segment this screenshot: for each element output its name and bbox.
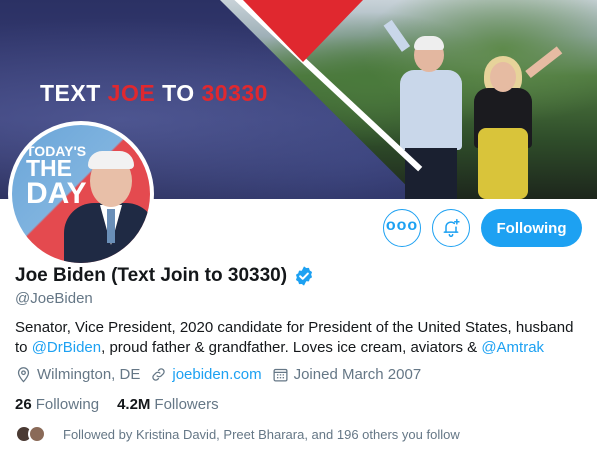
banner-figure-hair [414,36,444,50]
followers-label: Followers [154,396,219,413]
joined-text: Joined March 2007 [293,366,422,383]
bio-mention-drbiden[interactable]: @DrBiden [32,339,101,356]
location-text: Wilmington, DE [37,366,141,383]
following-stat[interactable]: 26 Following [15,396,99,413]
bell-plus-icon [443,218,460,238]
followed-by[interactable]: Followed by Kristina David, Preet Bharar… [15,425,460,443]
banner-text-number: 30330 [201,80,268,106]
link-icon [152,368,166,381]
avatar-caption: TODAY'S THE DAY [26,144,87,211]
following-count: 26 [15,396,32,413]
follower-avatar [28,425,46,443]
joined-date: Joined March 2007 [272,366,422,383]
avatar-hair [88,151,134,169]
website-link[interactable]: joebiden.com [172,366,261,383]
followed-by-text: Followed by Kristina David, Preet Bharar… [63,426,460,442]
display-name: Joe Biden (Text Join to 30330) [15,265,315,287]
banner-figure-man [400,70,462,150]
profile-meta: Wilmington, DE joebiden.com Joined March… [15,366,431,383]
bio-mention-amtrak[interactable]: @Amtrak [481,339,544,356]
banner-text-middle: TO [155,80,202,106]
avatar-tie [107,209,115,243]
profile-bio: Senator, Vice President, 2020 candidate … [15,318,590,358]
avatar-image: TODAY'S THE DAY [12,125,150,263]
profile-handle: @JoeBiden [15,290,93,307]
followers-stat[interactable]: 4.2M Followers [117,396,219,413]
more-options-button[interactable]: ooo [383,209,421,247]
calendar-icon [273,368,288,382]
banner-text-prefix: TEXT [40,80,108,106]
notifications-button[interactable] [432,209,470,247]
follower-avatars [15,425,51,443]
profile-stats: 26 Following 4.2M Followers [15,396,237,413]
banner-figure-pants [405,148,457,199]
website: joebiden.com [150,366,262,383]
profile-avatar[interactable]: TODAY'S THE DAY [8,121,154,267]
display-name-text: Joe Biden (Text Join to 30330) [15,265,288,286]
location-pin-icon [17,367,30,383]
following-label: Following [35,396,100,413]
banner-headline: TEXT JOE TO 30330 [40,80,268,107]
banner-figure-woman-head [490,62,516,92]
banner-red-triangle [243,0,363,62]
bio-text-2: , proud father & grandfather. Loves ice … [101,339,482,356]
more-dots-icon: ooo [385,217,419,234]
banner-figure-dress [478,128,528,199]
followers-count: 4.2M [117,396,151,413]
banner-text-highlight: JOE [107,80,156,106]
following-button[interactable]: Following [481,209,582,247]
avatar-caption-line3: DAY [26,177,87,211]
location: Wilmington, DE [15,366,140,383]
verified-badge-icon [295,266,313,286]
